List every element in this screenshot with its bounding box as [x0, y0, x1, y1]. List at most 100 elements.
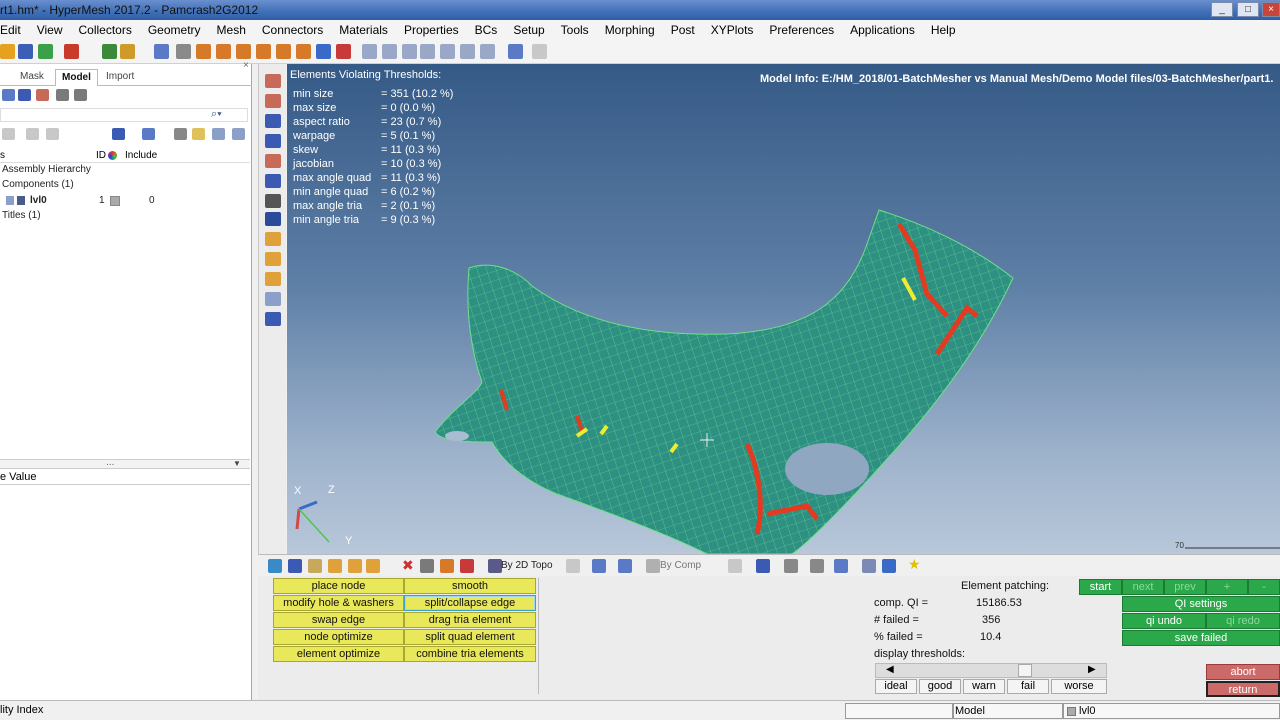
import-icon[interactable]: [38, 44, 53, 59]
select-box-icon[interactable]: [216, 44, 231, 59]
menu-connectors[interactable]: Connectors: [262, 23, 330, 37]
star-icon[interactable]: ★: [908, 556, 921, 573]
label-icon[interactable]: [265, 232, 281, 246]
abc-tag-icon[interactable]: [265, 272, 281, 286]
config-icon[interactable]: [56, 89, 69, 101]
screen-icon[interactable]: [882, 559, 896, 573]
color-icon[interactable]: [440, 559, 454, 573]
chevron-down-icon[interactable]: ▼: [233, 459, 241, 468]
drag-tria-element-button[interactable]: drag tria element: [404, 612, 536, 628]
delete-view-icon[interactable]: [36, 89, 49, 101]
search-icon[interactable]: ⌕▾: [211, 108, 222, 121]
vis-icon[interactable]: [268, 559, 282, 573]
mesh-lines-icon[interactable]: [728, 559, 742, 573]
menu-preferences[interactable]: Preferences: [769, 23, 841, 37]
menu-collectors[interactable]: Collectors: [78, 23, 138, 37]
qi-redo-button[interactable]: qi redo: [1206, 613, 1280, 629]
normals-icon[interactable]: [265, 312, 281, 326]
menu-geometry[interactable]: Geometry: [148, 23, 208, 37]
wireframe-icon[interactable]: [142, 128, 155, 140]
split-quad-element-button[interactable]: split quad element: [404, 629, 536, 645]
plus-button[interactable]: +: [1206, 579, 1248, 595]
topo-color-icon[interactable]: [488, 559, 502, 573]
menu-post[interactable]: Post: [671, 23, 702, 37]
select-add-icon[interactable]: [256, 44, 271, 59]
tree-component-row[interactable]: lvl0 1 0: [2, 195, 250, 209]
qi-settings-button[interactable]: QI settings: [1122, 596, 1280, 612]
user-icon[interactable]: [102, 44, 117, 59]
visibility-icon[interactable]: [17, 196, 25, 205]
geom-icon[interactable]: [265, 74, 281, 88]
select-clear-icon[interactable]: [336, 44, 351, 59]
element-optimize-button[interactable]: element optimize: [273, 646, 404, 662]
threshold-slider[interactable]: ◀ ▶: [875, 663, 1107, 678]
menu-applications[interactable]: Applications: [850, 23, 922, 37]
color-mode-select[interactable]: By 2D Topo: [501, 560, 553, 571]
zoom-window-icon[interactable]: [402, 44, 417, 59]
layers-icon[interactable]: [74, 89, 87, 101]
start-button[interactable]: start: [1079, 579, 1122, 595]
folder-add-icon[interactable]: [192, 128, 205, 140]
unmask-icon[interactable]: [308, 559, 322, 573]
node-optimize-button[interactable]: node optimize: [273, 629, 404, 645]
expand-icon[interactable]: [2, 89, 15, 101]
maximize-button[interactable]: □: [1237, 2, 1259, 17]
grid-icon[interactable]: [862, 559, 876, 573]
modify-hole-button[interactable]: modify hole & washers: [273, 595, 404, 611]
sphere-icon[interactable]: [265, 174, 281, 188]
eye-icon[interactable]: [212, 128, 225, 140]
next-button[interactable]: next: [1122, 579, 1164, 595]
combine-tria-elements-button[interactable]: combine tria elements: [404, 646, 536, 662]
return-button[interactable]: return: [1206, 681, 1280, 697]
lasso-icon[interactable]: [566, 559, 580, 573]
menu-edit[interactable]: Edit: [0, 23, 28, 37]
menu-help[interactable]: Help: [931, 23, 963, 37]
abort-button[interactable]: abort: [1206, 664, 1280, 680]
mesh-part-graphic[interactable]: [287, 64, 1280, 554]
swap-edge-button[interactable]: swap edge: [273, 612, 404, 628]
line-style-icon[interactable]: [784, 559, 798, 573]
graphics-viewport[interactable]: Elements Violating Thresholds: Model Inf…: [287, 64, 1280, 554]
select-reverse-icon[interactable]: [296, 44, 311, 59]
place-node-button[interactable]: place node: [273, 578, 404, 594]
minimize-button[interactable]: _: [1211, 2, 1233, 17]
comp-color-icon[interactable]: [646, 559, 660, 573]
abc-icon[interactable]: [265, 252, 281, 266]
tree-components[interactable]: Components (1): [2, 179, 74, 190]
component-color-swatch[interactable]: [110, 196, 120, 206]
connector-icon[interactable]: [265, 194, 281, 208]
zoom-icon[interactable]: [362, 44, 377, 59]
tree-titles[interactable]: Titles (1): [2, 210, 41, 221]
numbers-icon[interactable]: [265, 212, 281, 226]
element-shrink-icon[interactable]: [756, 559, 770, 573]
threshold-good-button[interactable]: good: [919, 679, 961, 694]
menu-tools[interactable]: Tools: [561, 23, 596, 37]
slider-right-arrow-icon[interactable]: ▶: [1088, 664, 1096, 675]
transparency-icon[interactable]: [460, 559, 474, 573]
cube-icon[interactable]: [618, 559, 632, 573]
isolate-icon[interactable]: [46, 128, 59, 140]
close-browser-icon[interactable]: ×: [243, 60, 249, 71]
prev-button[interactable]: prev: [1164, 579, 1206, 595]
status-component-field[interactable]: lvl0: [1063, 703, 1280, 719]
panel-splitter[interactable]: ... ▼: [0, 457, 250, 469]
qi-undo-button[interactable]: qi undo: [1122, 613, 1206, 629]
threshold-worse-button[interactable]: worse: [1051, 679, 1107, 694]
export-icon[interactable]: [64, 44, 79, 59]
menu-setup[interactable]: Setup: [513, 23, 551, 37]
rotate-vertical-icon[interactable]: [460, 44, 475, 59]
open-icon[interactable]: [0, 44, 15, 59]
select-remove-icon[interactable]: [276, 44, 291, 59]
rotate-horizontal-icon[interactable]: [440, 44, 455, 59]
tab-import[interactable]: Import: [100, 69, 140, 86]
shaded-icon[interactable]: [112, 128, 125, 140]
folder-icon[interactable]: [120, 44, 135, 59]
shading-icon[interactable]: [592, 559, 606, 573]
threshold-ideal-button[interactable]: ideal: [875, 679, 917, 694]
smooth-button[interactable]: smooth: [404, 578, 536, 594]
redo-icon[interactable]: [532, 44, 547, 59]
surface-icon[interactable]: [834, 559, 848, 573]
pan-icon[interactable]: [420, 44, 435, 59]
split-collapse-edge-button[interactable]: split/collapse edge: [404, 595, 536, 611]
solid-icon[interactable]: [265, 154, 281, 168]
